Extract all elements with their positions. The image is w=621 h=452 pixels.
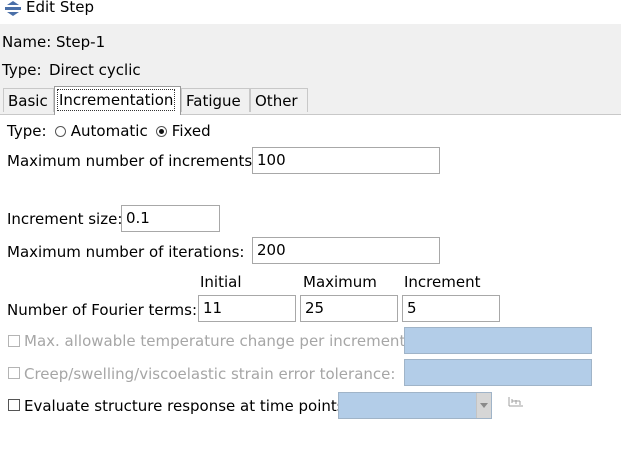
max-temp-change-checkbox[interactable] — [8, 335, 20, 347]
evaluate-time-points-label: Evaluate structure response at time poin… — [24, 397, 350, 415]
window-title: Edit Step — [26, 0, 94, 16]
creep-tolerance-field[interactable] — [404, 359, 592, 386]
creep-tolerance-checkbox[interactable] — [8, 367, 20, 379]
evaluate-time-points-checkbox[interactable] — [8, 399, 20, 411]
step-icon — [5, 1, 21, 16]
step-name-label: Name: — [2, 33, 52, 51]
max-increments-field[interactable]: 100 — [252, 147, 440, 174]
radio-fixed[interactable]: Fixed — [156, 122, 211, 140]
chevron-down-icon[interactable] — [476, 393, 491, 418]
creep-tolerance-label: Creep/swelling/viscoelastic strain error… — [24, 365, 396, 383]
step-type-label: Type: — [2, 61, 42, 79]
fourier-initial-field[interactable]: 11 — [198, 295, 296, 322]
fourier-maximum-field[interactable]: 25 — [300, 295, 398, 322]
time-points-editor-icon[interactable] — [508, 395, 524, 409]
increment-size-label: Increment size: — [7, 210, 123, 228]
radio-fixed-label: Fixed — [171, 122, 211, 140]
radio-automatic-indicator[interactable] — [55, 126, 66, 137]
time-points-combo[interactable] — [338, 392, 492, 419]
fourier-increment-field[interactable]: 5 — [402, 295, 500, 322]
tab-other[interactable]: Other — [250, 88, 308, 112]
incrementation-type-label: Type: — [7, 122, 47, 140]
max-iterations-field[interactable]: 200 — [252, 237, 440, 264]
max-increments-label: Maximum number of increments: — [7, 152, 258, 170]
tab-basic[interactable]: Basic — [3, 88, 54, 112]
max-temp-change-field[interactable] — [404, 327, 592, 354]
tab-fatigue[interactable]: Fatigue — [181, 88, 250, 112]
increment-size-field[interactable]: 0.1 — [121, 205, 220, 232]
radio-fixed-indicator[interactable] — [156, 126, 167, 137]
fourier-terms-label: Number of Fourier terms: — [7, 301, 198, 319]
fourier-column-maximum: Maximum — [303, 273, 377, 291]
radio-automatic-label: Automatic — [70, 122, 148, 140]
step-type-value: Direct cyclic — [49, 61, 141, 79]
radio-automatic[interactable]: Automatic — [55, 122, 148, 140]
tab-incrementation[interactable]: Incrementation — [54, 86, 181, 115]
max-iterations-label: Maximum number of iterations: — [7, 243, 245, 261]
fourier-column-increment: Increment — [404, 273, 481, 291]
max-temp-change-label: Max. allowable temperature change per in… — [24, 332, 411, 350]
step-name-value: Step-1 — [56, 33, 106, 51]
fourier-column-initial: Initial — [200, 273, 242, 291]
